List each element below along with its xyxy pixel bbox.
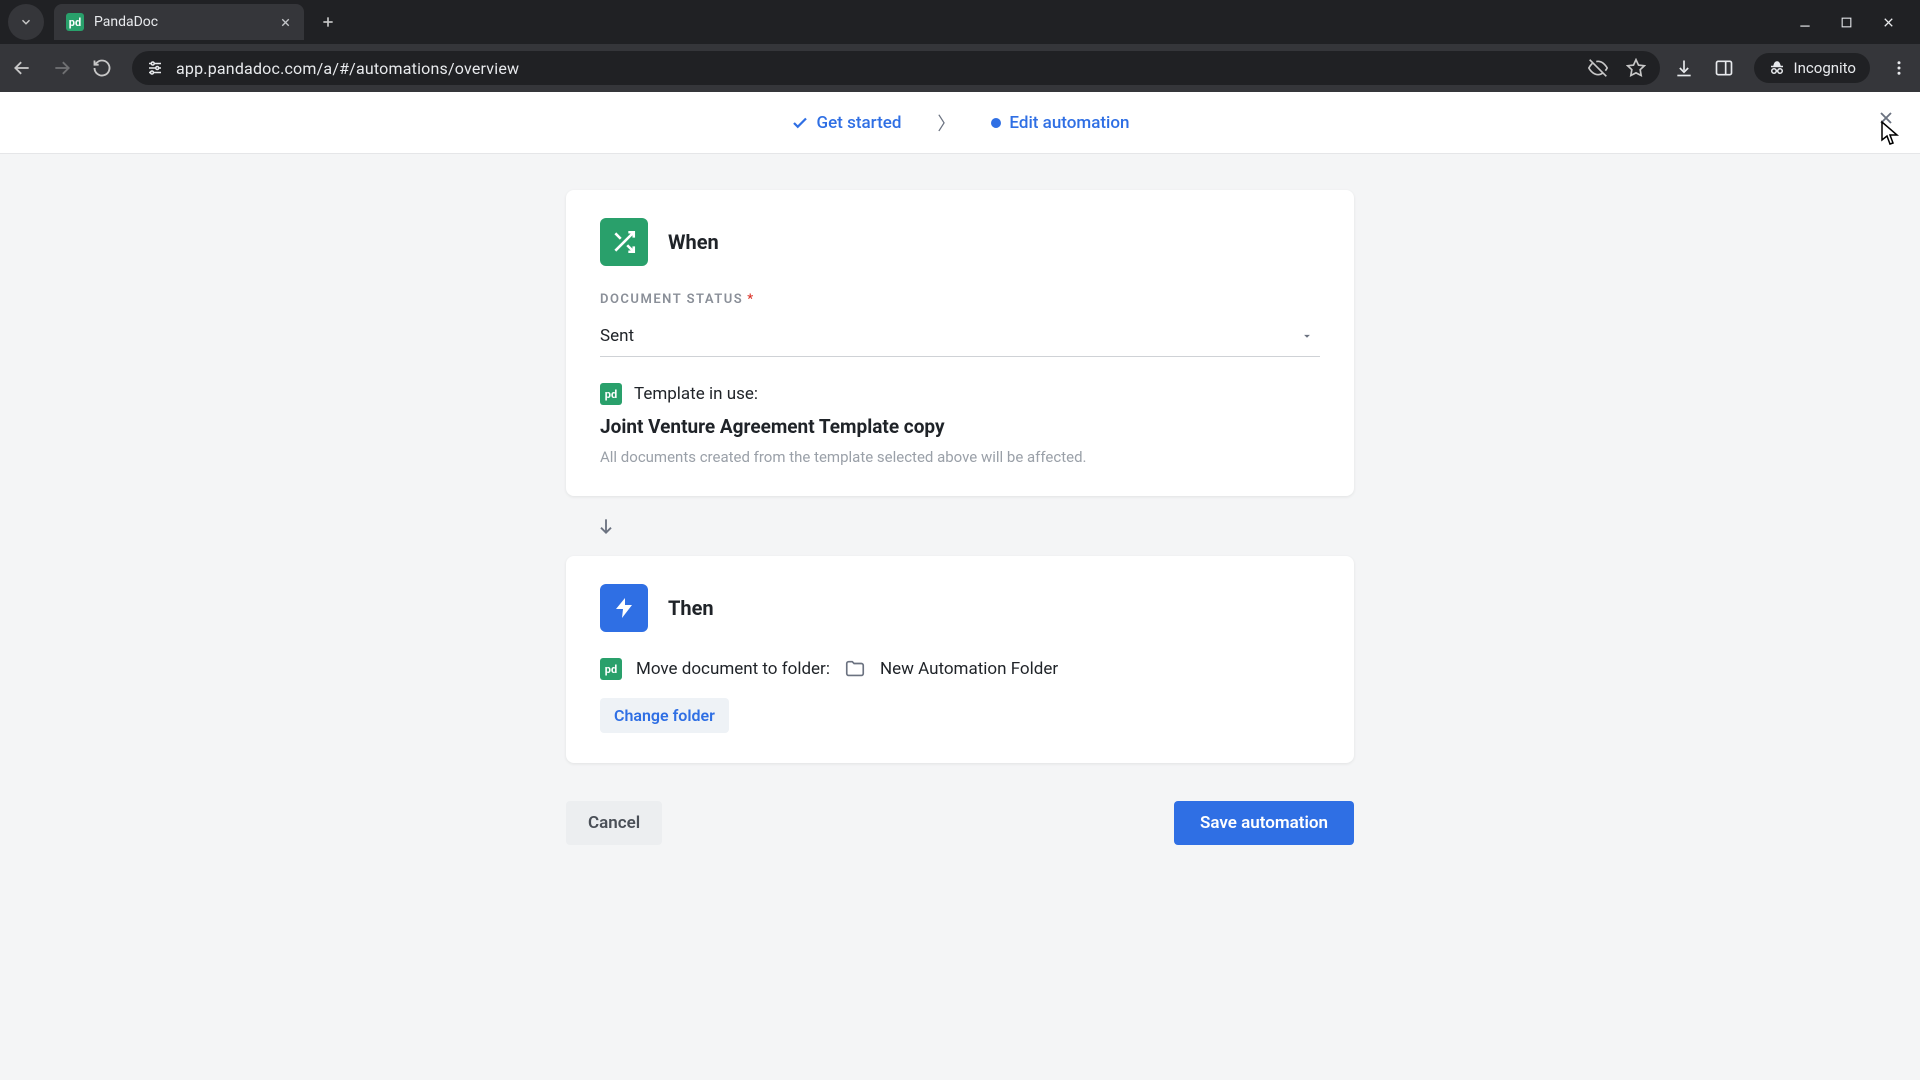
window-controls: [1798, 0, 1914, 44]
browser-tab[interactable]: pd PandaDoc: [54, 4, 304, 40]
document-status-select[interactable]: Sent: [600, 315, 1320, 357]
template-hint: All documents created from the template …: [600, 448, 1320, 466]
step-active-dot-icon: [991, 118, 1001, 128]
select-value: Sent: [600, 326, 634, 346]
folder-icon: [844, 658, 866, 680]
star-icon: [1626, 58, 1646, 78]
then-title: Then: [668, 596, 714, 620]
change-folder-button[interactable]: Change folder: [600, 698, 729, 733]
incognito-icon: [1768, 59, 1786, 77]
downloads-button[interactable]: [1674, 58, 1694, 78]
maximize-button[interactable]: [1840, 16, 1853, 29]
minimize-icon: [1798, 15, 1812, 29]
stepper-bar: Get started 〉 Edit automation: [0, 92, 1920, 154]
check-icon: [791, 114, 809, 132]
pandadoc-favicon: pd: [66, 13, 84, 31]
close-window-button[interactable]: [1881, 15, 1896, 30]
caret-down-icon: [1300, 329, 1314, 343]
close-page-button[interactable]: [1876, 108, 1896, 128]
when-icon: [600, 218, 648, 266]
lightning-icon: [612, 596, 636, 620]
forward-button[interactable]: [52, 58, 78, 78]
tab-search-button[interactable]: [8, 4, 44, 40]
kebab-icon: [1890, 59, 1908, 77]
template-name: Joint Venture Agreement Template copy: [600, 415, 1320, 438]
browser-tabstrip: pd PandaDoc: [0, 0, 1920, 44]
document-status-label: DOCUMENT STATUS*: [600, 292, 1320, 307]
page-content: Get started 〉 Edit automation When: [0, 92, 1920, 1080]
close-tab-button[interactable]: [279, 16, 292, 29]
browser-toolbar: app.pandadoc.com/a/#/automations/overvie…: [0, 44, 1920, 92]
cancel-button[interactable]: Cancel: [566, 801, 662, 845]
target-folder-name: New Automation Folder: [880, 659, 1058, 679]
arrow-right-icon: [52, 58, 72, 78]
then-card: Then pd Move document to folder: New Aut…: [566, 556, 1354, 763]
chevron-down-icon: [19, 15, 33, 29]
pandadoc-icon: pd: [600, 383, 622, 405]
chevron-right-icon: 〉: [937, 110, 955, 136]
sidepanel-button[interactable]: [1714, 58, 1734, 78]
bookmark-button[interactable]: [1626, 58, 1646, 78]
plus-icon: [320, 14, 336, 30]
step-edit-automation[interactable]: Edit automation: [991, 113, 1129, 133]
eye-off-icon[interactable]: [1588, 58, 1608, 78]
address-bar[interactable]: app.pandadoc.com/a/#/automations/overvie…: [132, 51, 1660, 85]
url-text: app.pandadoc.com/a/#/automations/overvie…: [176, 59, 1576, 78]
arrow-left-icon: [12, 58, 32, 78]
site-settings-icon[interactable]: [146, 59, 164, 77]
then-icon: [600, 584, 648, 632]
move-document-label: Move document to folder:: [636, 659, 830, 679]
flow-arrow: [566, 496, 1354, 556]
maximize-icon: [1840, 16, 1853, 29]
editor-footer: Cancel Save automation: [566, 801, 1354, 845]
step-label: Edit automation: [1009, 113, 1129, 133]
eye-off-icon: [1588, 58, 1608, 78]
browser-menu-button[interactable]: [1890, 59, 1908, 77]
close-icon: [1876, 108, 1896, 128]
new-tab-button[interactable]: [320, 14, 336, 30]
download-icon: [1674, 58, 1694, 78]
shuffle-icon: [611, 229, 637, 255]
editor-canvas: When DOCUMENT STATUS* Sent pd Template i…: [0, 154, 1920, 1080]
reload-button[interactable]: [92, 58, 118, 78]
reload-icon: [92, 58, 112, 78]
toolbar-actions: Incognito: [1674, 53, 1908, 83]
close-icon: [1881, 15, 1896, 30]
step-get-started[interactable]: Get started: [791, 113, 902, 133]
minimize-button[interactable]: [1798, 15, 1812, 29]
arrow-down-icon: [596, 516, 616, 536]
panel-icon: [1714, 58, 1734, 78]
when-card: When DOCUMENT STATUS* Sent pd Template i…: [566, 190, 1354, 496]
tune-icon: [146, 59, 164, 77]
close-icon: [279, 16, 292, 29]
incognito-label: Incognito: [1794, 59, 1856, 77]
when-title: When: [668, 230, 719, 254]
incognito-indicator[interactable]: Incognito: [1754, 53, 1870, 83]
back-button[interactable]: [12, 58, 38, 78]
tab-title: PandaDoc: [94, 14, 269, 30]
template-in-use-label: Template in use:: [634, 384, 758, 404]
step-label: Get started: [817, 113, 902, 133]
pandadoc-icon: pd: [600, 658, 622, 680]
save-automation-button[interactable]: Save automation: [1174, 801, 1354, 845]
